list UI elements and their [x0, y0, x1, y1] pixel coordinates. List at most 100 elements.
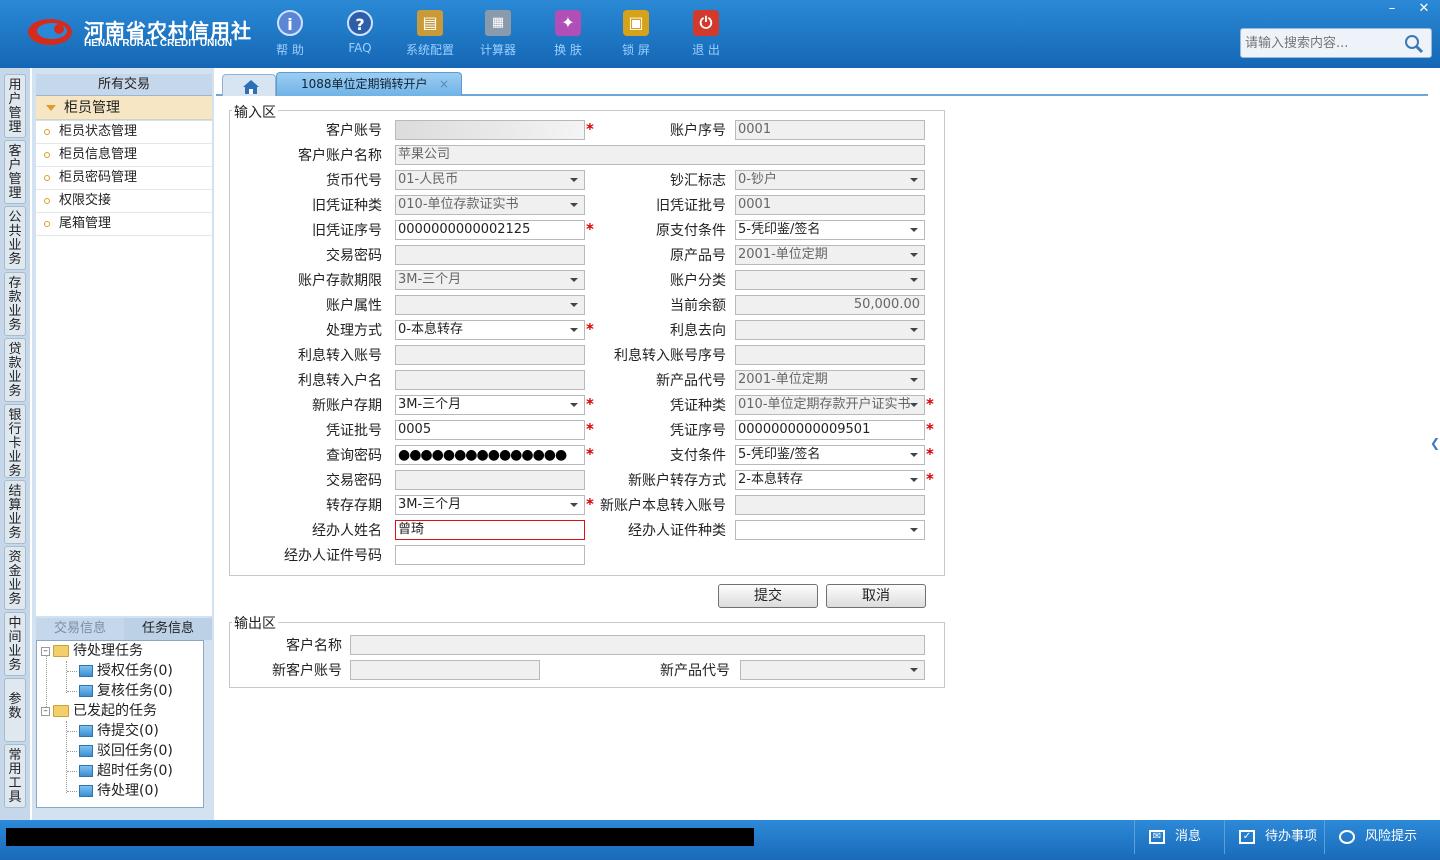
todo-button[interactable]: ✓ 待办事项: [1224, 820, 1324, 854]
calculator-button[interactable]: ▦ 计算器: [468, 8, 528, 60]
interest-account-field[interactable]: [395, 345, 585, 365]
old-voucher-batch-field[interactable]: 0001: [735, 195, 925, 215]
output-customer-name-field[interactable]: [350, 635, 925, 655]
ltab-user-management[interactable]: 用户管理: [4, 74, 26, 138]
tree-node-initiated[interactable]: – 已发起的任务: [41, 701, 157, 721]
tab-1088[interactable]: 1088单位定期销转开户 ×: [276, 72, 462, 96]
tree-node-to-submit[interactable]: 待提交(0): [79, 721, 159, 741]
change-skin-button[interactable]: ✦ 换 肤: [538, 8, 598, 60]
close-button[interactable]: ✕: [1408, 0, 1440, 18]
currency-select[interactable]: 01-人民币: [395, 170, 585, 190]
transfer-term-select[interactable]: 3M-三个月: [395, 495, 585, 515]
account-name-field[interactable]: 苹果公司: [395, 145, 925, 165]
new-term-select[interactable]: 3M-三个月: [395, 395, 585, 415]
tree-node-processing[interactable]: 待处理(0): [79, 781, 159, 801]
current-balance-field[interactable]: 50,000.00: [735, 295, 925, 315]
customer-account-field[interactable]: [395, 120, 585, 140]
tab-task-info[interactable]: 任务信息: [124, 618, 212, 640]
ltab-settlement-business[interactable]: 结算业务: [4, 480, 26, 544]
pay-cond-select[interactable]: 5-凭印鉴/签名: [735, 445, 925, 465]
process-method-select[interactable]: 0-本息转存: [395, 320, 585, 340]
ltab-deposit-business[interactable]: 存款业务: [4, 272, 26, 336]
help-button[interactable]: i 帮 助: [260, 8, 320, 60]
search-input[interactable]: [1241, 29, 1401, 57]
collapse-icon[interactable]: –: [41, 706, 50, 716]
new-transfer-method-select[interactable]: 2-本息转存: [735, 470, 925, 490]
query-password-field[interactable]: ●●●●●●●●●●●●●●●: [395, 445, 585, 465]
tree-node-timeout[interactable]: 超时任务(0): [79, 761, 173, 781]
tree-node-rejected[interactable]: 驳回任务(0): [79, 741, 173, 761]
cash-flag-select[interactable]: 0-钞户: [735, 170, 925, 190]
menu-item-teller-info[interactable]: 柜员信息管理: [36, 144, 212, 167]
lock-screen-button[interactable]: ▣ 锁 屏: [606, 8, 666, 60]
interest-account-seq-field[interactable]: [735, 345, 925, 365]
label-account-attr: 账户属性: [326, 298, 382, 314]
risk-alert-button[interactable]: 风险提示: [1324, 820, 1434, 854]
agent-id-type-select[interactable]: [735, 520, 925, 540]
required-mark: *: [586, 220, 594, 238]
cancel-button[interactable]: 取消: [826, 584, 926, 608]
ltab-fund-business[interactable]: 资金业务: [4, 546, 26, 610]
menu-item-label: 尾箱管理: [59, 216, 112, 231]
mail-icon: ✉: [1149, 829, 1165, 844]
right-collapse-handle[interactable]: ❮: [1428, 96, 1440, 820]
tree-node-label: 待处理(0): [97, 783, 159, 799]
ltab-intermediary-business[interactable]: 中间业务: [4, 612, 26, 676]
tree-line: [66, 661, 67, 693]
voucher-type-select[interactable]: 010-单位定期存款开户证实书: [735, 395, 925, 415]
interest-name-field[interactable]: [395, 370, 585, 390]
tree-node-authorize-task[interactable]: 授权任务(0): [79, 661, 173, 681]
old-voucher-seq-field[interactable]: 0000000000002125: [395, 220, 585, 240]
deposit-term-select[interactable]: 3M-三个月: [395, 270, 585, 290]
menu-item-teller-status[interactable]: 柜员状态管理: [36, 121, 212, 144]
interest-dest-select[interactable]: [735, 320, 925, 340]
tab-home[interactable]: [222, 74, 276, 96]
account-attr-select[interactable]: [395, 295, 585, 315]
ltab-loan-business[interactable]: 贷款业务: [4, 338, 26, 402]
ltab-customer-management[interactable]: 客户管理: [4, 140, 26, 204]
exit-button[interactable]: ⏻ 退 出: [676, 8, 736, 60]
system-config-button[interactable]: ▤ 系统配置: [400, 8, 460, 60]
agent-name-field[interactable]: 曾琦: [395, 520, 585, 540]
output-new-product-select[interactable]: [740, 660, 925, 680]
menu-item-label: 权限交接: [59, 193, 112, 208]
new-product-select[interactable]: 2001-单位定期: [735, 370, 925, 390]
teller-management-group[interactable]: 柜员管理: [36, 96, 212, 120]
ltab-common-tools[interactable]: 常用工具: [4, 744, 26, 808]
ltab-public-business[interactable]: 公共业务: [4, 206, 26, 270]
messages-button[interactable]: ✉ 消息: [1134, 820, 1224, 854]
output-new-account-field[interactable]: [350, 660, 540, 680]
risk-alert-label: 风险提示: [1365, 829, 1418, 844]
account-class-select[interactable]: [735, 270, 925, 290]
tree-node-label: 复核任务(0): [97, 683, 173, 699]
minimize-button[interactable]: –: [1376, 0, 1408, 18]
tree-node-review-task[interactable]: 复核任务(0): [79, 681, 173, 701]
all-transactions-header[interactable]: 所有交易: [36, 74, 212, 96]
ltab-parameters[interactable]: 参数: [4, 678, 26, 742]
expand-triangle-icon: [46, 105, 56, 111]
account-seq-field[interactable]: 0001: [735, 120, 925, 140]
label-account-class: 账户分类: [670, 273, 726, 289]
menu-item-cash-box[interactable]: 尾箱管理: [36, 213, 212, 236]
tab-close-icon[interactable]: ×: [439, 73, 449, 95]
orig-product-select[interactable]: 2001-单位定期: [735, 245, 925, 265]
voucher-seq-field[interactable]: 0000000000009501: [735, 420, 925, 440]
tree-node-pending[interactable]: – 待处理任务: [41, 641, 143, 661]
collapse-icon[interactable]: –: [41, 646, 50, 656]
menu-item-teller-password[interactable]: 柜员密码管理: [36, 167, 212, 190]
old-voucher-type-select[interactable]: 010-单位存款证实书: [395, 195, 585, 215]
tx-password-2-field[interactable]: [395, 470, 585, 490]
required-mark: *: [926, 420, 934, 438]
faq-button[interactable]: ? FAQ: [330, 8, 390, 60]
agent-id-no-field[interactable]: [395, 545, 585, 565]
ltab-card-business[interactable]: 银行卡业务: [4, 404, 26, 479]
menu-item-permission-handover[interactable]: 权限交接: [36, 190, 212, 213]
orig-pay-cond-select[interactable]: 5-凭印鉴/签名: [735, 220, 925, 240]
tab-transaction-info[interactable]: 交易信息: [36, 618, 124, 640]
submit-button[interactable]: 提交: [718, 584, 818, 608]
required-mark: *: [586, 120, 594, 138]
search-icon[interactable]: [1403, 33, 1425, 55]
tx-password-field[interactable]: [395, 245, 585, 265]
new-principal-account-field[interactable]: [735, 495, 925, 515]
voucher-batch-field[interactable]: 0005: [395, 420, 585, 440]
